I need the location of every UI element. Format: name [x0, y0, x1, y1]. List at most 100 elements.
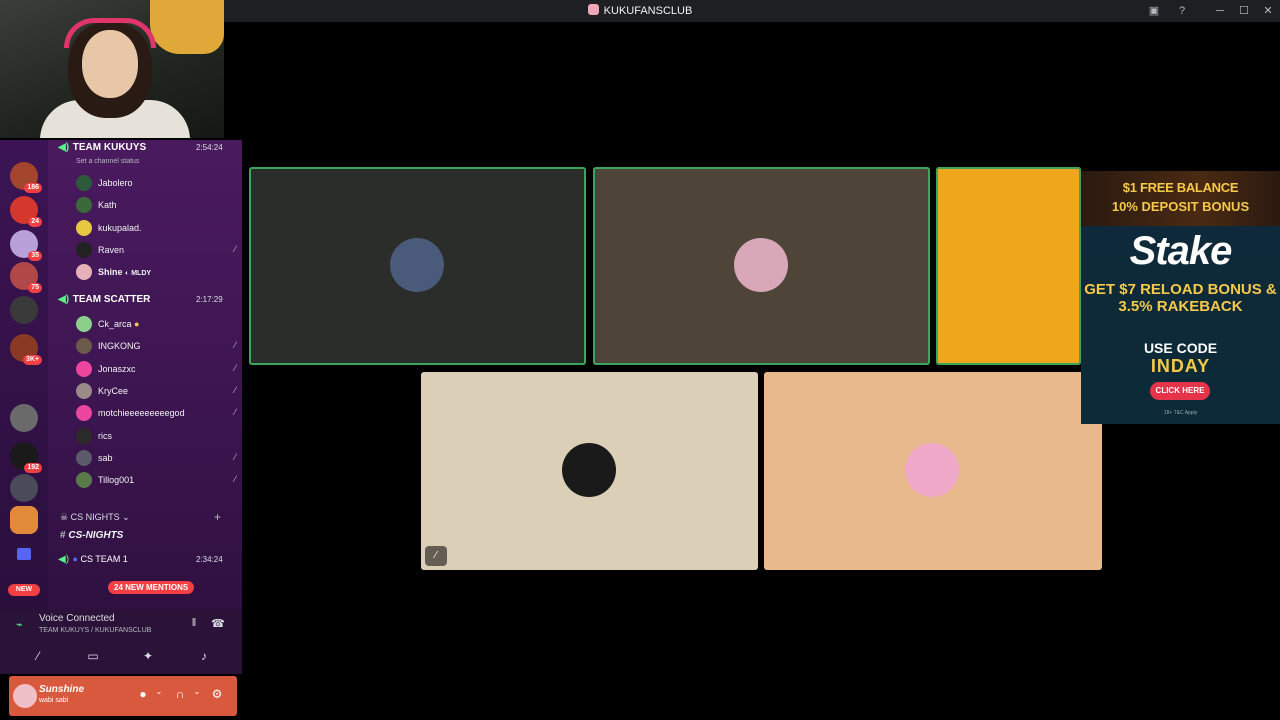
camera-off-button[interactable]: ⁄ [27, 646, 49, 666]
avatar [76, 264, 92, 280]
chevron-down-icon[interactable]: ⌄ [189, 687, 205, 696]
speaker-icon: ◀) [58, 294, 70, 305]
signal-icon[interactable]: ⌁ [16, 618, 23, 631]
headphones-icon [64, 18, 156, 48]
mic-muted-icon: ⁄ [234, 452, 236, 462]
avatar [76, 175, 92, 191]
voice-timer: 2:17:29 [196, 295, 223, 304]
mic-muted-icon: ⁄ [234, 407, 236, 417]
unread-badge: 186 [24, 183, 42, 193]
unread-badge: 75 [28, 283, 42, 293]
avatar [76, 361, 92, 377]
channel-status-prompt[interactable]: Set a channel status [76, 158, 139, 165]
headphones-icon[interactable]: ∩ [172, 687, 188, 701]
ad-fine-print: 18+ T&C Apply [1163, 410, 1198, 416]
voice-status[interactable]: Voice Connected [39, 613, 115, 624]
voice-member[interactable]: Shine ◐ MLDY [76, 263, 236, 281]
server-icon[interactable]: 75 [10, 262, 42, 293]
help-icon[interactable]: ? [1173, 3, 1191, 19]
voice-member[interactable]: Ck_arca ● [76, 315, 236, 333]
disconnect-icon[interactable]: ☎ [210, 617, 226, 633]
voice-location[interactable]: TEAM KUKUYS / KUKUFANSCLUB [39, 627, 151, 634]
voice-channel-cs-team-1[interactable]: ◀) ● CS TEAM 1 2:34:24 [58, 554, 223, 570]
participant-tile[interactable] [249, 167, 586, 365]
user-panel: Sunshine wabi sabi ● ⌄ ∩ ⌄ ⚙ [9, 676, 237, 716]
avatar [76, 220, 92, 236]
avatar [76, 428, 92, 444]
speaker-icon: ◀) [58, 554, 70, 565]
server-icon[interactable]: 192 [10, 442, 42, 473]
server-rail: 186 24 35 75 3K+ 192 [0, 140, 48, 610]
voice-timer: 2:34:24 [196, 555, 223, 564]
close-button[interactable]: ✕ [1259, 3, 1277, 19]
participant-avatar [390, 238, 444, 292]
voice-member[interactable]: KryCee ⁄ [76, 382, 236, 400]
voice-member[interactable]: Raven ⁄ [76, 241, 236, 259]
globe-icon: ● [72, 554, 78, 564]
unread-badge: 192 [24, 463, 42, 473]
soundboard-button[interactable]: ♪ [193, 646, 215, 666]
maximize-button[interactable]: ☐ [1235, 3, 1253, 19]
server-icon[interactable] [10, 404, 38, 432]
server-icon[interactable]: 24 [10, 196, 42, 227]
voice-member[interactable]: kukupalad. [76, 219, 236, 237]
custom-status[interactable]: wabi sabi [39, 697, 68, 704]
participant-tile[interactable] [593, 167, 930, 365]
ad-promo-code: INDAY [1150, 356, 1211, 376]
voice-member[interactable]: Jabolero [76, 174, 236, 192]
new-mentions-pill[interactable]: 24 NEW MENTIONS [108, 581, 195, 594]
server-icon[interactable]: 186 [10, 162, 42, 193]
voice-connected-panel: ⌁ Voice Connected TEAM KUKUYS / KUKUFANS… [0, 610, 242, 674]
plush-toy [150, 0, 224, 54]
participant-tile[interactable]: ⁄ [421, 372, 758, 570]
mic-muted-icon: ⁄ [234, 363, 236, 373]
emoji-icon: ● [134, 319, 140, 329]
avatar [76, 450, 92, 466]
minimize-button[interactable]: ─ [1211, 3, 1229, 19]
voice-member[interactable]: motchieeeeeeeeegod ⁄ [76, 404, 236, 422]
ad-subheadline: 10% DEPOSIT BONUS [1111, 199, 1250, 214]
ad-brand-logo: Stake [1129, 229, 1233, 273]
category-cs-nights[interactable]: ☠ CS NIGHTS ⌄ + [60, 510, 221, 524]
voice-timer: 2:54:24 [196, 143, 223, 152]
inbox-icon[interactable]: ▣ [1145, 3, 1163, 19]
server-icon[interactable] [10, 506, 38, 534]
participant-tile[interactable] [936, 167, 1081, 365]
new-badge[interactable]: NEW [8, 584, 40, 596]
folder-icon[interactable] [17, 548, 31, 560]
hash-icon: # [60, 530, 66, 541]
voice-member[interactable]: Jonaszxc ⁄ [76, 360, 236, 378]
microphone-icon[interactable]: ● [135, 687, 151, 701]
voice-channel-team-scatter[interactable]: ◀) TEAM SCATTER 2:17:29 [58, 294, 223, 310]
chevron-down-icon[interactable]: ⌄ [151, 687, 167, 696]
speaker-icon: ◀) [58, 142, 70, 153]
text-channel-cs-nights[interactable]: # CS-NIGHTS [60, 530, 123, 541]
skull-icon: ☠ [60, 512, 69, 522]
ad-cta-button[interactable]: CLICK HERE [1150, 382, 1210, 400]
noise-suppression-icon[interactable]: ‖ [186, 617, 202, 633]
username[interactable]: Sunshine [39, 684, 84, 695]
voice-channel-team-kukuys[interactable]: ◀) TEAM KUKUYS 2:54:24 [58, 142, 223, 158]
settings-gear-icon[interactable]: ⚙ [209, 687, 225, 701]
stake-ad-banner[interactable]: $1 FREE BALANCE 10% DEPOSIT BONUS Stake … [1081, 171, 1280, 424]
screen-share-button[interactable]: ▭ [82, 646, 104, 666]
unread-badge: 3K+ [22, 355, 42, 365]
create-channel-icon[interactable]: + [214, 510, 221, 524]
unread-badge: 24 [28, 217, 42, 227]
server-icon[interactable] [10, 474, 38, 502]
participant-avatar [562, 443, 616, 497]
avatar [76, 242, 92, 258]
voice-member[interactable]: Kath [76, 196, 236, 214]
server-icon[interactable]: 35 [10, 230, 42, 261]
voice-member[interactable]: INGKONG ⁄ [76, 337, 236, 355]
server-icon[interactable] [10, 296, 38, 324]
participant-tile[interactable] [764, 372, 1102, 570]
mic-muted-icon: ⁄ [425, 546, 447, 566]
voice-member[interactable]: rics [76, 427, 236, 445]
activities-button[interactable]: ✦ [137, 646, 159, 666]
voice-member[interactable]: Tillog001 ⁄ [76, 471, 236, 489]
avatar[interactable] [13, 684, 37, 708]
webcam-overlay [0, 0, 224, 138]
server-icon[interactable]: 3K+ [10, 334, 42, 365]
voice-member[interactable]: sab ⁄ [76, 449, 236, 467]
